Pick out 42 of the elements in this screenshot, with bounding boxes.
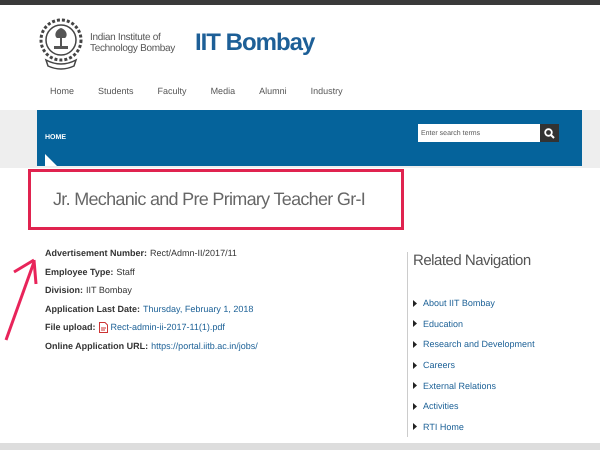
bullet-icon (413, 300, 417, 307)
bullet-icon (413, 402, 417, 410)
sidebar-link[interactable]: Careers (423, 360, 456, 370)
nav-link[interactable]: Alumni (259, 86, 287, 110)
pdf-file-icon (98, 322, 108, 333)
bullet-icon (413, 340, 417, 348)
field-value: Thursday, February 1, 2018 (143, 304, 254, 314)
field-value: IIT Bombay (86, 285, 132, 296)
nav-link[interactable]: Students (98, 86, 134, 110)
sidebar-link[interactable]: Research and Development (423, 339, 535, 350)
institute-name: Technology Bombay (90, 42, 175, 54)
field-label: Division: (45, 285, 84, 296)
bullet-icon (413, 423, 417, 430)
site-title[interactable]: IIT Bombay (194, 28, 314, 56)
search-icon (544, 128, 555, 138)
nav-link[interactable]: Industry (310, 86, 343, 110)
bullet-icon (413, 362, 417, 369)
sidebar-link[interactable]: External Relations (423, 380, 496, 391)
sidebar-link[interactable]: RTI Home (423, 422, 464, 432)
field-label: File upload: (45, 322, 96, 332)
sidebar-heading: Related Navigation (413, 252, 532, 269)
sidebar-link[interactable]: About IIT Bombay (423, 298, 495, 308)
field-label: Employee Type: (45, 266, 114, 277)
file-link[interactable]: Rect-admin-ii-2017-11(1).pdf (110, 322, 225, 332)
field-label: Application Last Date: (45, 304, 140, 314)
sidebar-link[interactable]: Education (423, 318, 464, 329)
nav-link[interactable]: Faculty (158, 86, 187, 110)
url-link[interactable]: https://portal.iitb.ac.in/jobs/ (151, 340, 258, 351)
bullet-icon (413, 382, 417, 390)
field-value: Staff (116, 266, 135, 277)
notch-icon (45, 154, 57, 166)
bullet-icon (413, 320, 417, 328)
field-label: Advertisement Number: (45, 248, 148, 258)
institute-name: Indian Institute of (90, 32, 162, 42)
nav-link[interactable]: Media (210, 86, 236, 110)
emblem-logo-icon (38, 16, 84, 72)
field-label: Online Application URL: (45, 340, 148, 351)
nav-link[interactable]: Home (50, 86, 74, 110)
sidebar-link[interactable]: Activities (423, 401, 459, 412)
field-value: Rect/Admn-II/2017/11 (150, 248, 237, 258)
search-button[interactable] (540, 124, 559, 142)
page-title: Jr. Mechanic and Pre Primary Teacher Gr-I (53, 189, 366, 210)
